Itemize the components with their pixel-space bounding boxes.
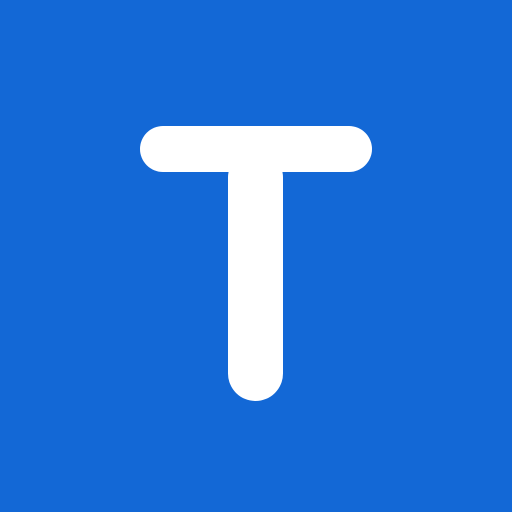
app-icon-tile [0,0,512,512]
letter-t-logo-icon [140,126,372,401]
t-stem [228,150,283,401]
